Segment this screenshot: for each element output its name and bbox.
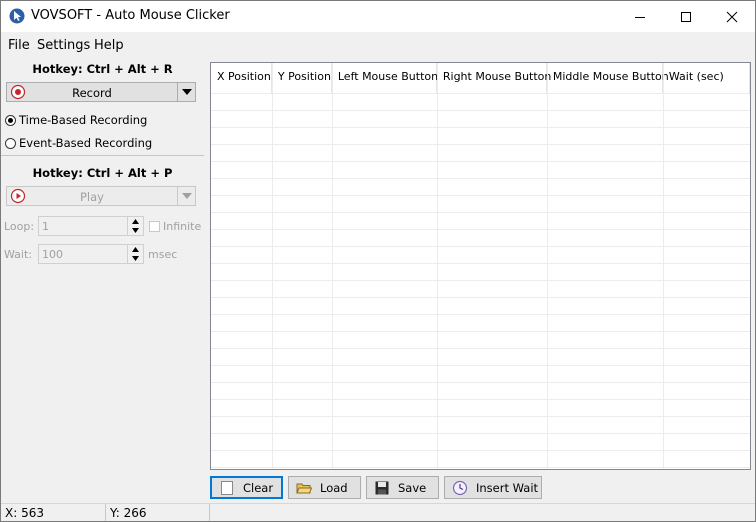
- loop-spinner[interactable]: 1: [38, 216, 144, 236]
- app-cursor-icon: [9, 8, 25, 24]
- play-button-label: Play: [80, 190, 104, 204]
- column-header-y[interactable]: Y Position: [272, 63, 332, 93]
- table-header: X Position Y Position Left Mouse Button …: [211, 63, 750, 93]
- play-button[interactable]: Play: [6, 186, 196, 206]
- wait-spinner[interactable]: 100: [38, 244, 144, 264]
- clear-button-label: Clear: [243, 480, 274, 495]
- clock-icon: [452, 480, 468, 495]
- column-header-wait[interactable]: Wait (sec): [663, 63, 750, 93]
- infinite-label: Infinite: [163, 220, 202, 233]
- save-button-label: Save: [398, 480, 427, 495]
- chevron-down-icon: [181, 89, 192, 95]
- chevron-down-icon: [181, 193, 192, 199]
- loop-label: Loop:: [4, 220, 35, 233]
- record-dropdown[interactable]: [177, 83, 195, 101]
- status-divider: [105, 504, 106, 521]
- maximize-icon: [681, 11, 691, 22]
- radio-checked-icon: [5, 114, 16, 126]
- minimize-icon: [635, 16, 645, 18]
- table-body[interactable]: [211, 93, 750, 469]
- column-divider: [332, 63, 333, 469]
- column-header-left-button[interactable]: Left Mouse Button: [332, 63, 438, 93]
- close-icon: [726, 11, 738, 22]
- column-divider: [272, 63, 273, 469]
- app-window: VOVSOFT - Auto Mouse Clicker File Settin…: [0, 0, 756, 522]
- time-based-label: Time-Based Recording: [19, 113, 148, 127]
- clear-button[interactable]: Clear: [210, 476, 283, 499]
- play-hotkey-label: Hotkey: Ctrl + Alt + P: [32, 166, 173, 180]
- menu-help[interactable]: Help: [94, 38, 124, 53]
- floppy-disk-icon: [375, 481, 389, 494]
- insert-wait-button[interactable]: Insert Wait: [444, 476, 542, 499]
- play-dropdown[interactable]: [177, 187, 195, 205]
- load-button[interactable]: Load: [288, 476, 361, 499]
- infinite-checkbox[interactable]: Infinite: [149, 220, 201, 233]
- spin-up-icon[interactable]: [128, 245, 143, 254]
- record-button-label: Record: [72, 86, 112, 100]
- wait-unit-label: msec: [148, 248, 178, 261]
- menu-file[interactable]: File: [8, 38, 30, 53]
- insert-wait-button-label: Insert Wait: [476, 480, 539, 495]
- status-x-coordinate: X: 563: [5, 506, 44, 520]
- record-button[interactable]: Record: [6, 82, 196, 102]
- status-y-coordinate: Y: 266: [110, 506, 147, 520]
- save-button[interactable]: Save: [366, 476, 439, 499]
- spin-up-icon[interactable]: [128, 217, 143, 226]
- status-divider: [209, 504, 210, 521]
- checkbox-unchecked-icon: [149, 221, 160, 232]
- column-header-middle-button[interactable]: Middle Mouse Button: [547, 63, 669, 93]
- radio-unchecked-icon: [5, 137, 16, 149]
- menu-settings[interactable]: Settings: [37, 38, 90, 53]
- column-divider: [547, 63, 548, 469]
- window-title: VOVSOFT - Auto Mouse Clicker: [31, 8, 230, 23]
- wait-label: Wait:: [4, 248, 32, 261]
- events-table[interactable]: X Position Y Position Left Mouse Button …: [210, 62, 751, 470]
- spin-down-icon[interactable]: [128, 254, 143, 263]
- panel-divider: [1, 155, 204, 156]
- minimize-button[interactable]: [617, 1, 663, 32]
- record-hotkey-label: Hotkey: Ctrl + Alt + R: [32, 62, 173, 76]
- menu-bar: File Settings Help: [1, 32, 755, 58]
- maximize-button[interactable]: [663, 1, 709, 32]
- wait-spinner-arrows[interactable]: [127, 245, 143, 263]
- wait-value: 100: [42, 248, 63, 261]
- column-divider: [437, 63, 438, 469]
- event-based-label: Event-Based Recording: [19, 136, 153, 150]
- spin-down-icon[interactable]: [128, 226, 143, 235]
- open-folder-icon: [296, 483, 312, 493]
- status-bar: X: 563 Y: 266: [1, 503, 755, 521]
- control-panel: Hotkey: Ctrl + Alt + R Record Time-Based…: [1, 58, 204, 501]
- time-based-radio[interactable]: Time-Based Recording: [5, 113, 147, 127]
- event-based-radio[interactable]: Event-Based Recording: [5, 136, 152, 150]
- column-divider: [663, 63, 664, 469]
- load-button-label: Load: [320, 480, 348, 495]
- blank-page-icon: [221, 480, 233, 495]
- column-header-right-button[interactable]: Right Mouse Button: [437, 63, 551, 93]
- loop-value: 1: [42, 220, 49, 233]
- loop-spinner-arrows[interactable]: [127, 217, 143, 235]
- title-bar: VOVSOFT - Auto Mouse Clicker: [1, 1, 755, 32]
- close-button[interactable]: [709, 1, 755, 32]
- column-header-x[interactable]: X Position: [211, 63, 272, 93]
